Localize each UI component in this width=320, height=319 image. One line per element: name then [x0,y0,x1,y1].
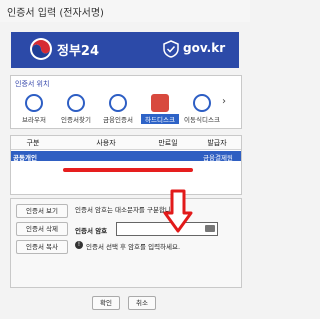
harddisk-icon [151,94,169,112]
cert-location-panel: 인증서 위치 브라우저 인증서찾기 금융인증서 하드디스크 이동식디스크 [10,75,242,129]
header-type: 구분 [26,139,40,147]
password-label: 인증서 암호 [75,227,108,235]
table-row[interactable]: 공동개인 금융결제원 [11,151,241,172]
location-search-label: 인증서찾기 [61,116,91,124]
cert-table-header: 구분 사용자 만료일 발급자 [11,136,241,150]
view-cert-button[interactable]: 인증서 보기 [16,204,68,218]
shield-check-icon [163,40,179,58]
row-issuer: 금융결제원 [203,154,233,162]
info-icon: ! [75,241,83,249]
delete-cert-button[interactable]: 인증서 삭제 [16,222,68,236]
keyboard-icon[interactable] [205,225,215,232]
location-usb-label: 이동식디스크 [184,116,220,124]
title-bar: 인증서 입력 (전자서명) [0,0,250,22]
cert-table: 구분 사용자 만료일 발급자 공동개인 금융결제원 [10,135,242,195]
search-icon [67,94,85,112]
browser-icon [25,94,43,112]
location-financial-cert[interactable]: 금융인증서 [99,94,137,126]
snowflake-icon [109,94,127,112]
ok-button[interactable]: 확인 [92,296,120,310]
location-harddisk-label: 하드디스크 [141,114,179,124]
cert-action-panel: 인증서 보기 인증서 삭제 인증서 복사 인증서 암호는 대소문자를 구분합니다… [10,189,242,288]
row-type: 공동개인 [13,154,37,162]
arrow-down-icon [163,189,193,233]
header-expiry: 만료일 [158,139,178,147]
cancel-button[interactable]: 취소 [128,296,156,310]
location-browser[interactable]: 브라우저 [15,94,53,126]
password-note: 인증서 선택 후 암호를 입력하세요. [86,243,181,251]
domain-label: gov.kr [183,41,226,55]
window-title: 인증서 입력 (전자서명) [7,8,104,19]
usb-icon [193,94,211,112]
location-browser-label: 브라우저 [22,116,46,124]
location-harddisk[interactable]: 하드디스크 [141,94,179,126]
location-search[interactable]: 인증서찾기 [57,94,95,126]
banner: 정부24 gov.kr [11,32,239,68]
location-financial-cert-label: 금융인증서 [103,116,133,124]
header-issuer: 발급자 [207,139,227,147]
brand-name: 정부24 [57,44,100,59]
cert-location-label: 인증서 위치 [15,80,50,88]
header-user: 사용자 [96,139,116,147]
scroll-right-icon[interactable]: › [222,96,226,107]
location-usb[interactable]: 이동식디스크 [183,94,221,126]
redaction-mark [63,168,193,172]
copy-cert-button[interactable]: 인증서 복사 [16,240,68,254]
taegeuk-logo-icon [30,38,52,60]
